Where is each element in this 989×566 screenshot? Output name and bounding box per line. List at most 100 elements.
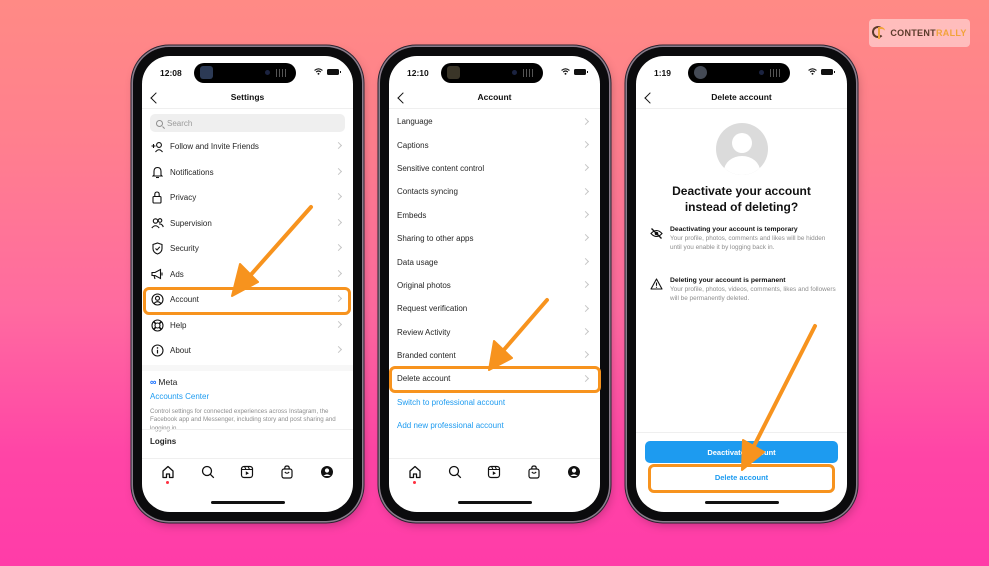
chevron-right-icon bbox=[334, 243, 343, 252]
account-item-original-photos[interactable]: Original photos bbox=[389, 274, 600, 297]
chevron-right-icon bbox=[581, 374, 590, 382]
wifi-icon bbox=[314, 68, 323, 75]
switch-to-professional-link[interactable]: Switch to professional account bbox=[389, 391, 600, 414]
settings-item-label: Notifications bbox=[170, 167, 214, 177]
phone-settings: 12:08 Settings Follow and Invite Friends… bbox=[133, 47, 362, 521]
account-item-contacts-syncing[interactable]: Contacts syncing bbox=[389, 180, 600, 203]
info-icon bbox=[150, 344, 164, 358]
accounts-center-link[interactable]: Accounts Center bbox=[150, 392, 345, 401]
settings-item-help[interactable]: Help bbox=[142, 313, 353, 339]
search-icon bbox=[156, 119, 163, 127]
account-item-label: Review Activity bbox=[397, 327, 451, 337]
account-item-sensitive-content[interactable]: Sensitive content control bbox=[389, 157, 600, 180]
status-bar: 12:10 bbox=[389, 56, 600, 86]
account-item-review-activity[interactable]: Review Activity bbox=[389, 321, 600, 344]
tab-reels[interactable] bbox=[486, 464, 502, 480]
profile-icon bbox=[321, 465, 334, 478]
settings-item-label: Privacy bbox=[170, 193, 197, 203]
account-item-embeds[interactable]: Embeds bbox=[389, 204, 600, 227]
settings-item-label: About bbox=[170, 346, 191, 356]
home-indicator bbox=[704, 501, 779, 504]
settings-item-security[interactable]: Security bbox=[142, 236, 353, 262]
navbar: Delete account bbox=[636, 87, 847, 109]
tab-home[interactable] bbox=[407, 464, 423, 484]
tab-reels[interactable] bbox=[239, 464, 255, 480]
status-bar: 1:19 bbox=[636, 56, 847, 86]
chevron-right-icon bbox=[334, 320, 343, 328]
bell-icon bbox=[150, 165, 164, 179]
account-item-label: Request verification bbox=[397, 304, 468, 314]
account-item-language[interactable]: Language bbox=[389, 110, 600, 133]
settings-item-about[interactable]: About bbox=[142, 338, 353, 364]
settings-item-label: Account bbox=[170, 295, 199, 305]
chevron-right-icon bbox=[334, 345, 343, 354]
chevron-right-icon bbox=[581, 304, 590, 312]
account-item-delete-account[interactable]: Delete account bbox=[389, 367, 600, 390]
settings-item-ads[interactable]: Ads bbox=[142, 262, 353, 288]
account-item-label: Original photos bbox=[397, 280, 451, 290]
deactivate-headline: Deactivate your account instead of delet… bbox=[672, 184, 811, 214]
tab-profile[interactable] bbox=[319, 464, 335, 480]
account-item-label: Contacts syncing bbox=[397, 187, 458, 197]
account-item-request-verification[interactable]: Request verification bbox=[389, 297, 600, 320]
people-icon bbox=[150, 216, 164, 230]
info-deactivate-temporary: Deactivating your account is temporary Y… bbox=[650, 226, 837, 252]
navbar: Settings bbox=[142, 87, 353, 109]
search-bar[interactable] bbox=[150, 114, 345, 132]
deactivate-account-button[interactable]: Deactivate account bbox=[645, 441, 838, 463]
chevron-right-icon bbox=[334, 294, 343, 303]
chevron-right-icon bbox=[581, 257, 590, 265]
settings-item-follow-invite[interactable]: Follow and Invite Friends bbox=[142, 134, 353, 160]
battery-icon bbox=[574, 69, 588, 75]
logo-text: CONTENTRALLY bbox=[890, 28, 967, 38]
chevron-right-icon bbox=[334, 192, 343, 201]
shop-icon bbox=[281, 464, 293, 479]
reels-icon bbox=[488, 465, 501, 478]
account-item-label: Data usage bbox=[397, 257, 438, 267]
status-time: 12:08 bbox=[160, 68, 182, 78]
tab-shop[interactable] bbox=[279, 464, 295, 480]
contentrally-logo: CONTENTRALLY bbox=[869, 19, 970, 47]
settings-item-account[interactable]: Account bbox=[142, 287, 353, 313]
section-divider bbox=[142, 365, 353, 371]
account-item-data-usage[interactable]: Data usage bbox=[389, 250, 600, 273]
dynamic-island bbox=[194, 63, 296, 83]
chevron-right-icon bbox=[581, 117, 590, 125]
tab-profile[interactable] bbox=[566, 464, 582, 480]
chevron-right-icon bbox=[581, 211, 590, 219]
account-item-label: Delete account bbox=[397, 374, 451, 384]
add-professional-account-link[interactable]: Add new professional account bbox=[389, 414, 600, 437]
delete-account-button[interactable]: Delete account bbox=[645, 466, 838, 488]
chevron-right-icon bbox=[581, 140, 590, 148]
account-item-label: Language bbox=[397, 117, 433, 127]
tab-search[interactable] bbox=[447, 464, 463, 480]
chevron-right-icon bbox=[581, 351, 590, 359]
account-item-captions[interactable]: Captions bbox=[389, 133, 600, 156]
add-person-icon bbox=[150, 140, 164, 154]
eye-off-icon bbox=[650, 226, 664, 252]
settings-item-privacy[interactable]: Privacy bbox=[142, 185, 353, 211]
info-title: Deleting your account is permanent bbox=[670, 277, 786, 284]
tab-bar bbox=[142, 458, 353, 484]
home-indicator bbox=[210, 501, 285, 504]
account-item-branded-content[interactable]: Branded content bbox=[389, 344, 600, 367]
lifebuoy-icon bbox=[150, 318, 164, 332]
profile-icon bbox=[568, 465, 581, 478]
dynamic-island bbox=[688, 63, 790, 83]
page-title: Settings bbox=[230, 92, 265, 102]
lock-icon bbox=[150, 191, 164, 205]
tab-search[interactable] bbox=[200, 464, 216, 480]
settings-item-supervision[interactable]: Supervision bbox=[142, 211, 353, 237]
tab-shop[interactable] bbox=[526, 464, 542, 480]
page-title: Account bbox=[477, 92, 512, 102]
shield-check-icon bbox=[150, 242, 164, 256]
tab-home[interactable] bbox=[160, 464, 176, 484]
info-description: Your profile, photos, comments and likes… bbox=[670, 235, 826, 251]
settings-item-notifications[interactable]: Notifications bbox=[142, 160, 353, 186]
status-time: 12:10 bbox=[407, 68, 429, 78]
chevron-right-icon bbox=[581, 164, 590, 172]
account-item-sharing[interactable]: Sharing to other apps bbox=[389, 227, 600, 250]
search-input[interactable] bbox=[167, 118, 317, 128]
divider bbox=[636, 432, 847, 433]
megaphone-icon bbox=[150, 267, 164, 281]
